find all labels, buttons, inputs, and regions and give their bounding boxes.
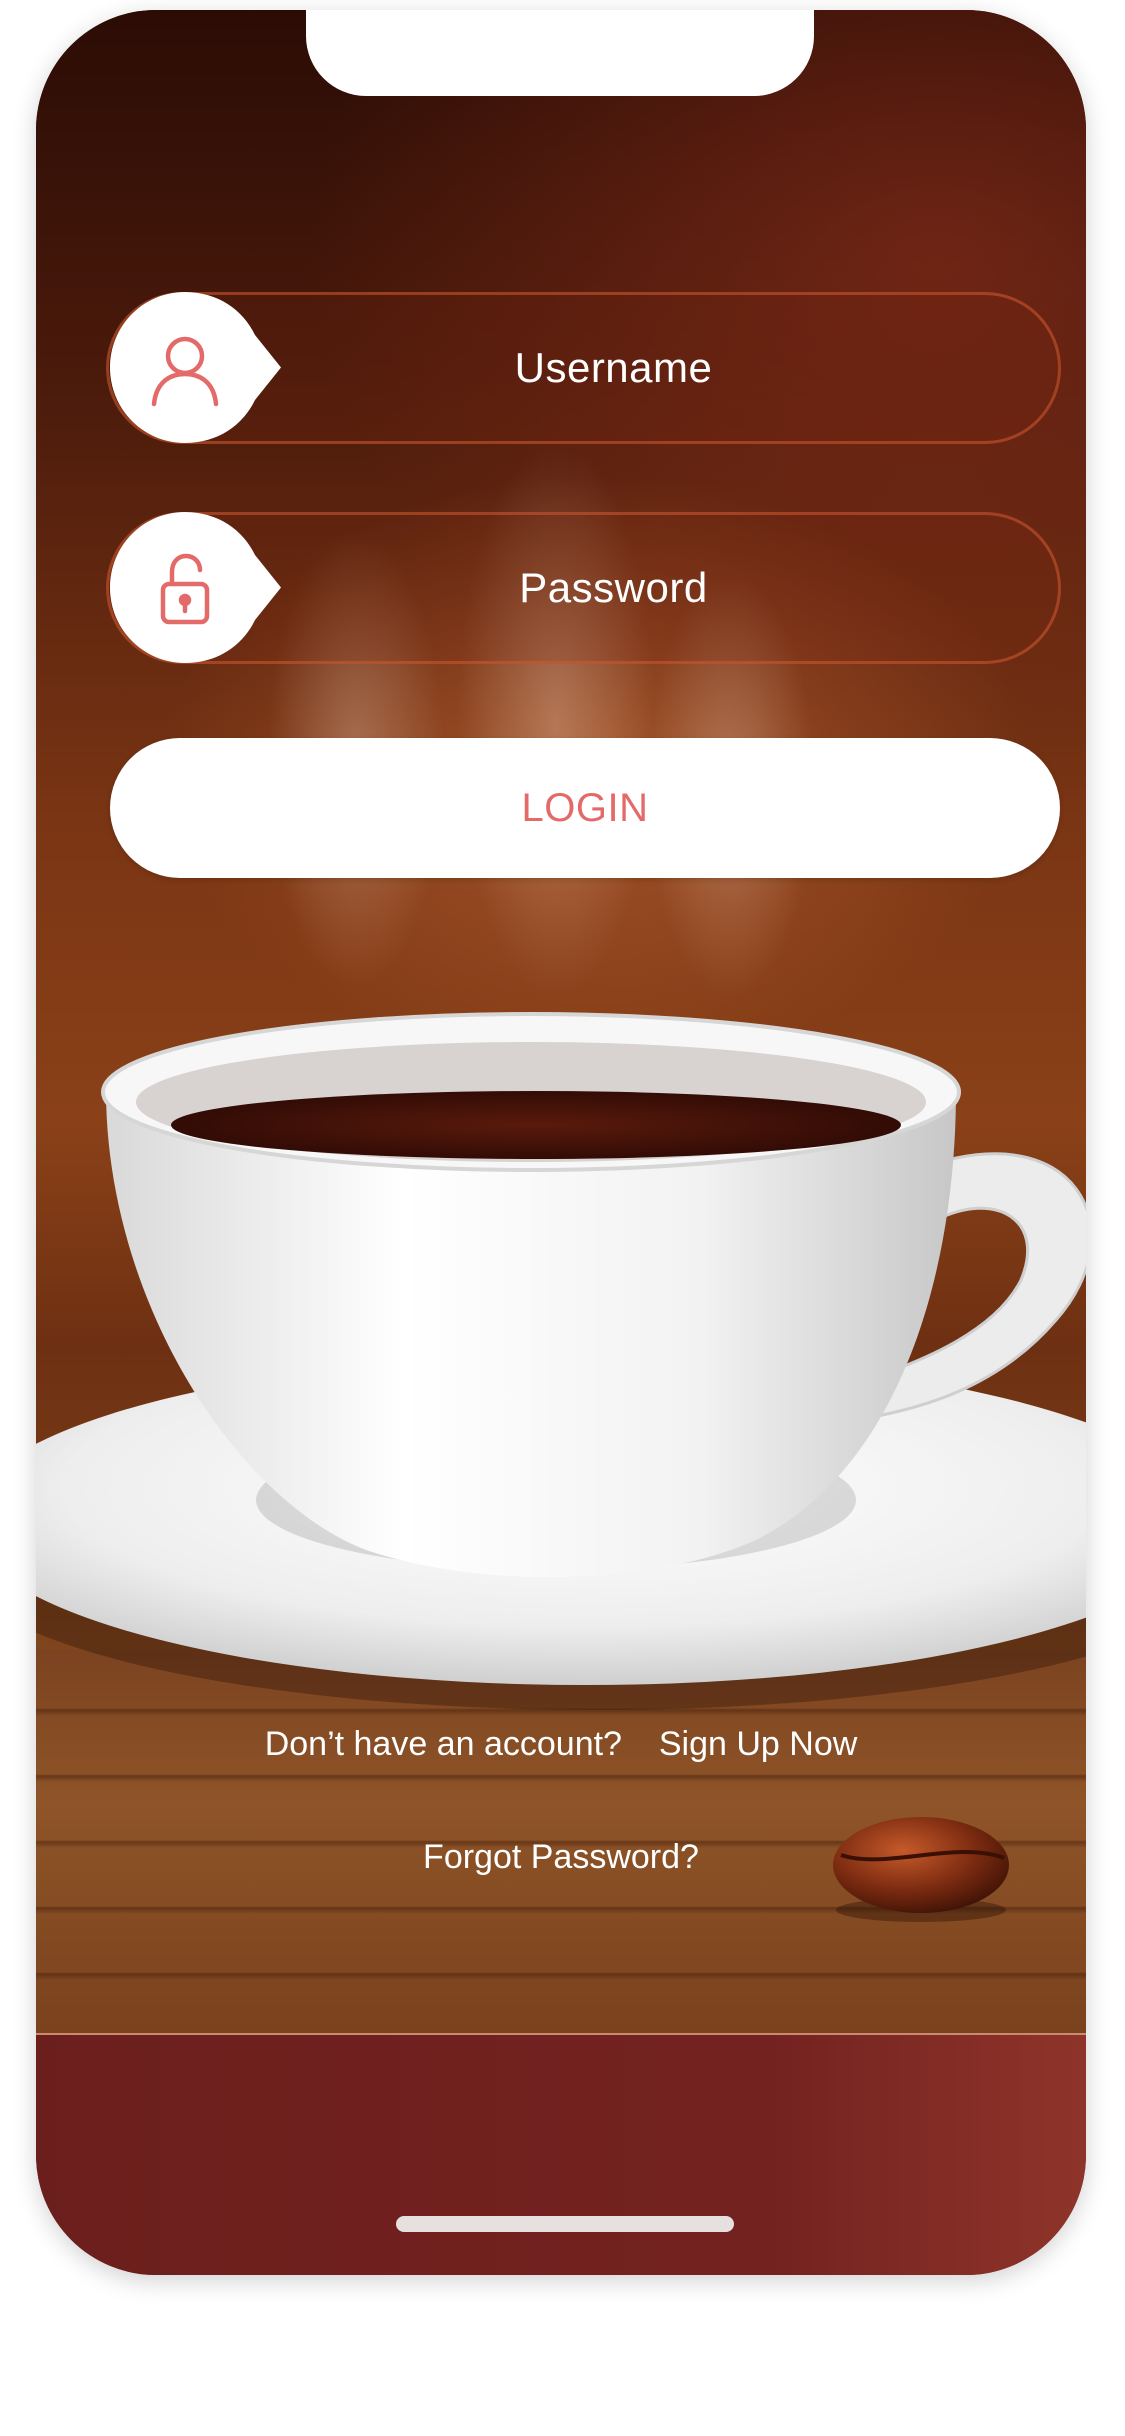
signup-link[interactable]: Sign Up Now <box>659 1725 857 1764</box>
home-indicator[interactable] <box>396 2216 734 2232</box>
forgot-row: Forgot Password? <box>36 1838 1086 1877</box>
forgot-password-link[interactable]: Forgot Password? <box>423 1838 699 1877</box>
coffee-cup-image <box>36 1012 1086 1710</box>
signup-row: Don’t have an account? Sign Up Now <box>36 1725 1086 1764</box>
bottom-bar <box>36 2033 1086 2275</box>
screen: Username Password LOGIN Don’t have an ac… <box>0 0 1125 2436</box>
no-account-text: Don’t have an account? <box>264 1725 622 1763</box>
login-button[interactable]: LOGIN <box>110 738 1060 878</box>
notch <box>306 10 814 96</box>
phone-frame: Username Password LOGIN Don’t have an ac… <box>36 10 1086 2275</box>
user-icon-badge <box>110 292 281 443</box>
unlock-icon-badge <box>110 512 281 663</box>
